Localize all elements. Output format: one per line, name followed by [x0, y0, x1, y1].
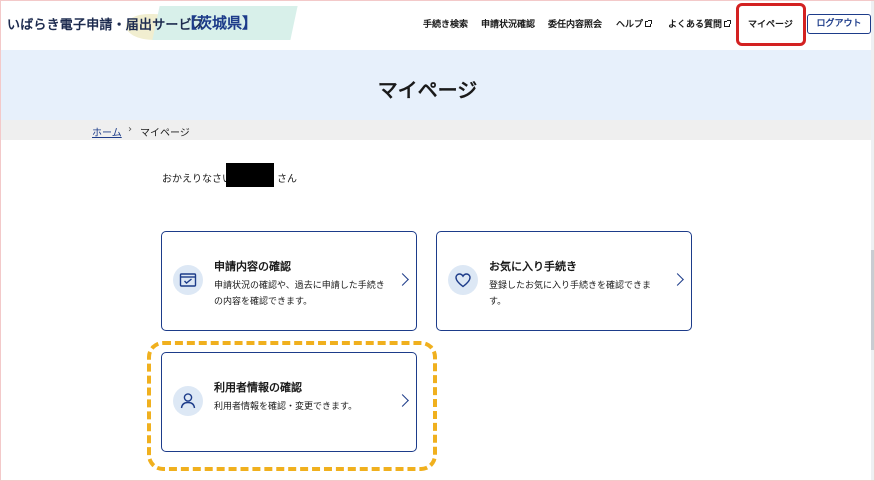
- chevron-right-icon: [671, 273, 684, 286]
- card-title: お気に入り手続き: [489, 260, 577, 273]
- nav-faq[interactable]: よくある質問: [668, 17, 732, 30]
- card-description: 申請状況の確認や、過去に申請した手続きの内容を確認できます。: [214, 281, 385, 307]
- page-title: マイページ: [377, 78, 478, 102]
- nav-help-label: ヘルプ: [616, 20, 644, 30]
- scrollbar-thumb[interactable]: [871, 250, 875, 350]
- card-application-check[interactable]: 申請内容の確認 申請状況の確認や、過去に申請した手続きの内容を確認できます。: [161, 231, 417, 331]
- external-link-icon: [645, 20, 653, 27]
- calendar-window-icon: [173, 265, 203, 295]
- chevron-right-icon: [396, 273, 409, 286]
- greeting-suffix: さん: [277, 174, 297, 185]
- nav-faq-label: よくある質問: [668, 20, 723, 30]
- user-info-highlight-box: [147, 341, 437, 471]
- page-scrollbar[interactable]: [871, 0, 875, 481]
- nav-help[interactable]: ヘルプ: [616, 17, 653, 30]
- greeting-text: おかえりなさい: [162, 174, 232, 185]
- site-header: いばらき電子申請・届出サービス 【茨城県】 手続き検索 申請状況確認 委任内容照…: [0, 0, 875, 50]
- heart-icon: [448, 265, 478, 295]
- breadcrumb-separator: ›: [128, 124, 132, 135]
- card-favorite-procedures[interactable]: お気に入り手続き 登録したお気に入り手続きを確認できます。: [436, 231, 692, 331]
- card-title: 申請内容の確認: [214, 260, 291, 273]
- nav-delegation-inquiry[interactable]: 委任内容照会: [548, 17, 602, 30]
- prefecture-name: 【茨城県】: [182, 14, 258, 32]
- external-link-icon: [724, 20, 732, 27]
- nav-procedure-search[interactable]: 手続き検索: [423, 17, 468, 30]
- mypage-highlight-box: [736, 3, 806, 46]
- logout-button[interactable]: ログアウト: [807, 14, 871, 34]
- service-name[interactable]: いばらき電子申請・届出サービス: [7, 14, 205, 33]
- nav-application-status[interactable]: 申請状況確認: [481, 17, 535, 30]
- redacted-user-name: [226, 163, 274, 187]
- card-description: 登録したお気に入り手続きを確認できます。: [489, 281, 652, 307]
- breadcrumb-home-link[interactable]: ホーム: [92, 124, 122, 139]
- breadcrumb-current: マイページ: [140, 128, 190, 139]
